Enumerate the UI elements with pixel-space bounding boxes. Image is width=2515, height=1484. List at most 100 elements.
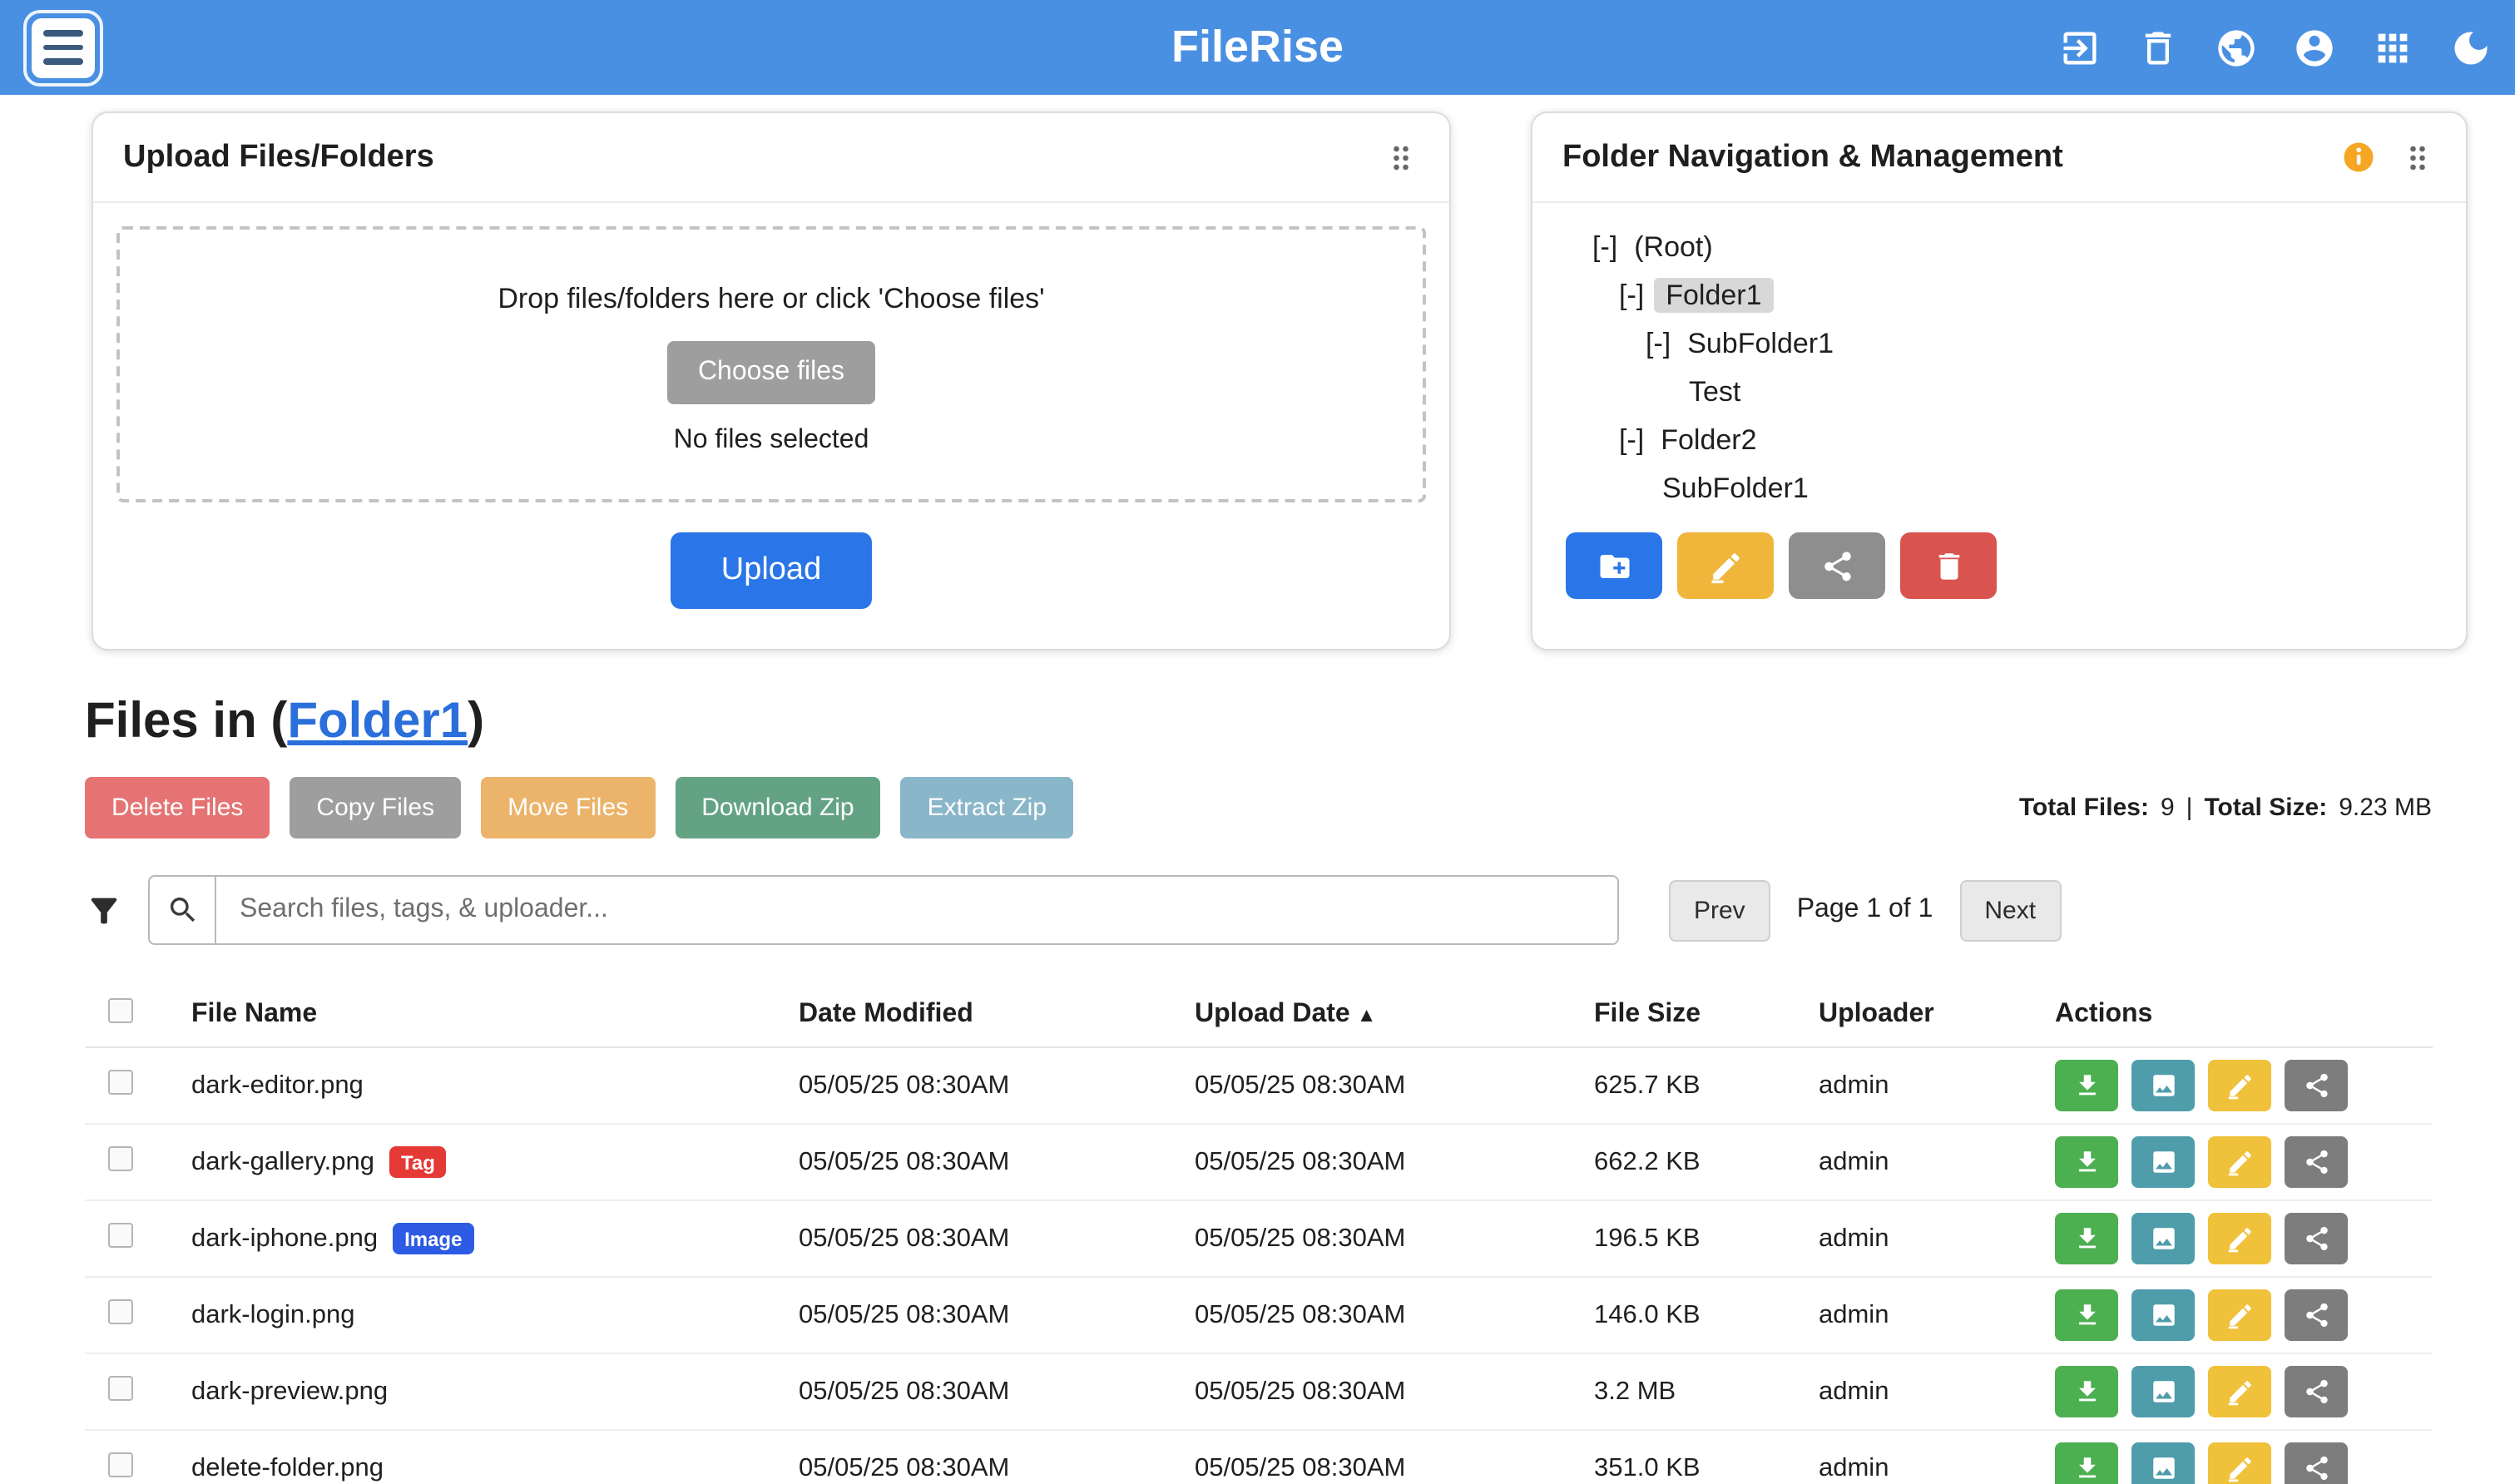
row-checkbox[interactable] — [108, 1145, 133, 1170]
download-icon — [2072, 1224, 2101, 1253]
folder-tree-item[interactable]: [-] Folder1 — [1566, 271, 2433, 319]
rename-file-button[interactable] — [2208, 1060, 2271, 1111]
no-files-text: No files selected — [674, 426, 869, 456]
folder-label[interactable]: SubFolder1 — [1681, 326, 1840, 361]
extract-zip-button[interactable]: Extract Zip — [901, 777, 1073, 838]
preview-image-button[interactable] — [2131, 1366, 2195, 1417]
preview-image-button[interactable] — [2131, 1442, 2195, 1484]
choose-files-button[interactable]: Choose files — [668, 341, 874, 404]
download-file-button[interactable] — [2055, 1136, 2118, 1188]
share-icon — [2302, 1148, 2330, 1176]
row-checkbox[interactable] — [108, 1452, 133, 1477]
globe-icon[interactable] — [2214, 26, 2257, 69]
col-header-upload-date[interactable]: Upload Date▲ — [1195, 999, 1594, 1029]
preview-image-button[interactable] — [2131, 1213, 2195, 1264]
file-name[interactable]: dark-iphone.png — [191, 1224, 378, 1254]
folder-tree-item[interactable]: SubFolder1 — [1566, 464, 2433, 512]
col-header-file-size[interactable]: File Size — [1594, 999, 1819, 1029]
drag-handle-icon[interactable] — [2399, 139, 2436, 176]
download-file-button[interactable] — [2055, 1289, 2118, 1341]
select-all-checkbox[interactable] — [108, 997, 133, 1022]
file-name[interactable]: delete-folder.png — [191, 1453, 384, 1483]
download-file-button[interactable] — [2055, 1366, 2118, 1417]
tree-toggle[interactable]: [-] — [1619, 279, 1644, 311]
rename-file-button[interactable] — [2208, 1136, 2271, 1188]
upload-button[interactable]: Upload — [671, 532, 871, 609]
prev-page-button[interactable]: Prev — [1669, 879, 1770, 941]
next-page-button[interactable]: Next — [1959, 879, 2061, 941]
trash-icon[interactable] — [2136, 26, 2179, 69]
date-modified: 05/05/25 08:30AM — [799, 1071, 1195, 1101]
row-checkbox[interactable] — [108, 1375, 133, 1400]
grid-apps-icon[interactable] — [2370, 26, 2414, 69]
current-folder-link[interactable]: Folder1 — [287, 694, 468, 749]
folder-tree-item[interactable]: [-] Folder2 — [1566, 416, 2433, 464]
date-modified: 05/05/25 08:30AM — [799, 1300, 1195, 1330]
date-modified: 05/05/25 08:30AM — [799, 1377, 1195, 1407]
folder-tree-item[interactable]: [-] (Root) — [1566, 223, 2433, 271]
file-dropzone[interactable]: Drop files/folders here or click 'Choose… — [116, 226, 1426, 502]
folder-tree-item[interactable]: Test — [1566, 368, 2433, 416]
uploader: admin — [1819, 1453, 2055, 1483]
delete-files-button[interactable]: Delete Files — [85, 777, 270, 838]
rename-file-button[interactable] — [2208, 1442, 2271, 1484]
rename-pencil-icon — [2225, 1071, 2254, 1100]
share-file-button[interactable] — [2285, 1289, 2348, 1341]
file-name[interactable]: dark-editor.png — [191, 1071, 364, 1101]
search-button[interactable] — [148, 875, 215, 945]
row-checkbox[interactable] — [108, 1298, 133, 1323]
info-icon[interactable] — [2341, 140, 2376, 175]
preview-image-button[interactable] — [2131, 1136, 2195, 1188]
row-checkbox[interactable] — [108, 1222, 133, 1247]
share-file-button[interactable] — [2285, 1136, 2348, 1188]
file-name[interactable]: dark-login.png — [191, 1300, 354, 1330]
folder-label[interactable]: Test — [1682, 374, 1747, 409]
logout-icon[interactable] — [2057, 26, 2101, 69]
app-window: FileRise Upload Files/Folders Drop files… — [0, 0, 2515, 1484]
drag-handle-icon[interactable] — [1383, 139, 1419, 176]
delete-folder-button[interactable] — [1900, 532, 1997, 599]
download-icon — [2072, 1454, 2101, 1482]
dark-mode-moon-icon[interactable] — [2448, 26, 2492, 69]
download-zip-button[interactable]: Download Zip — [675, 777, 880, 838]
share-file-button[interactable] — [2285, 1060, 2348, 1111]
folder-label[interactable]: SubFolder1 — [1656, 471, 1815, 506]
file-name[interactable]: dark-gallery.png — [191, 1147, 374, 1177]
col-header-uploader[interactable]: Uploader — [1819, 999, 2055, 1029]
move-files-button[interactable]: Move Files — [481, 777, 655, 838]
create-folder-button[interactable] — [1566, 532, 1662, 599]
copy-files-button[interactable]: Copy Files — [290, 777, 461, 838]
folder-card: Folder Navigation & Management [-](Root)… — [1531, 111, 2468, 650]
share-folder-button[interactable] — [1789, 532, 1885, 599]
preview-image-button[interactable] — [2131, 1060, 2195, 1111]
folder-tree-item[interactable]: [-] SubFolder1 — [1566, 319, 2433, 368]
preview-image-button[interactable] — [2131, 1289, 2195, 1341]
rename-folder-button[interactable] — [1677, 532, 1774, 599]
rename-file-button[interactable] — [2208, 1366, 2271, 1417]
folder-label[interactable]: Folder1 — [1654, 278, 1773, 313]
rename-file-button[interactable] — [2208, 1289, 2271, 1341]
file-name[interactable]: dark-preview.png — [191, 1377, 388, 1407]
share-file-button[interactable] — [2285, 1366, 2348, 1417]
share-file-button[interactable] — [2285, 1442, 2348, 1484]
download-file-button[interactable] — [2055, 1213, 2118, 1264]
filter-icon[interactable] — [85, 891, 123, 929]
row-checkbox[interactable] — [108, 1069, 133, 1094]
search-input[interactable] — [215, 875, 1619, 945]
col-header-date-modified[interactable]: Date Modified — [799, 999, 1195, 1029]
download-icon — [2072, 1301, 2101, 1329]
col-header-file-name[interactable]: File Name — [191, 999, 799, 1029]
user-account-icon[interactable] — [2292, 26, 2335, 69]
trash-icon — [1931, 548, 1966, 583]
tree-toggle[interactable]: [-] — [1619, 424, 1644, 456]
tree-toggle[interactable]: [-] — [1592, 231, 1617, 263]
uploader: admin — [1819, 1377, 2055, 1407]
download-file-button[interactable] — [2055, 1060, 2118, 1111]
hamburger-menu-button[interactable] — [23, 9, 103, 86]
share-file-button[interactable] — [2285, 1213, 2348, 1264]
folder-label[interactable]: (Root) — [1627, 230, 1719, 265]
folder-label[interactable]: Folder2 — [1654, 423, 1763, 458]
rename-file-button[interactable] — [2208, 1213, 2271, 1264]
download-file-button[interactable] — [2055, 1442, 2118, 1484]
tree-toggle[interactable]: [-] — [1646, 328, 1671, 359]
